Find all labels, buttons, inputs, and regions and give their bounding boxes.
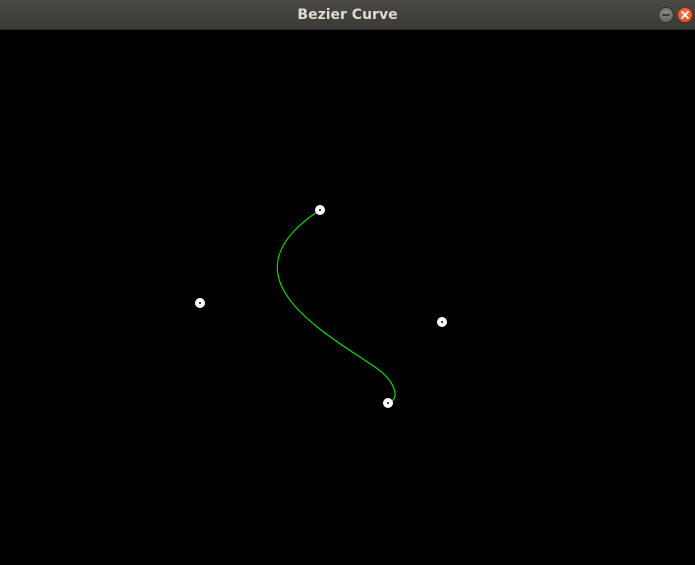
bezier-curve	[276, 209, 396, 404]
app-window: Bezier Curve	[0, 0, 695, 560]
control-point-p0[interactable]	[315, 205, 325, 215]
close-button[interactable]	[677, 7, 693, 23]
drawing-canvas[interactable]	[0, 30, 695, 560]
canvas-surface	[195, 205, 447, 408]
close-icon	[681, 11, 689, 19]
window-title: Bezier Curve	[297, 7, 398, 23]
control-point-p1[interactable]	[195, 298, 205, 308]
control-point-p3[interactable]	[383, 398, 393, 408]
control-point-p2[interactable]	[437, 317, 447, 327]
minimize-button[interactable]	[658, 7, 674, 23]
minimize-icon	[662, 14, 670, 16]
title-bar[interactable]: Bezier Curve	[0, 0, 695, 30]
